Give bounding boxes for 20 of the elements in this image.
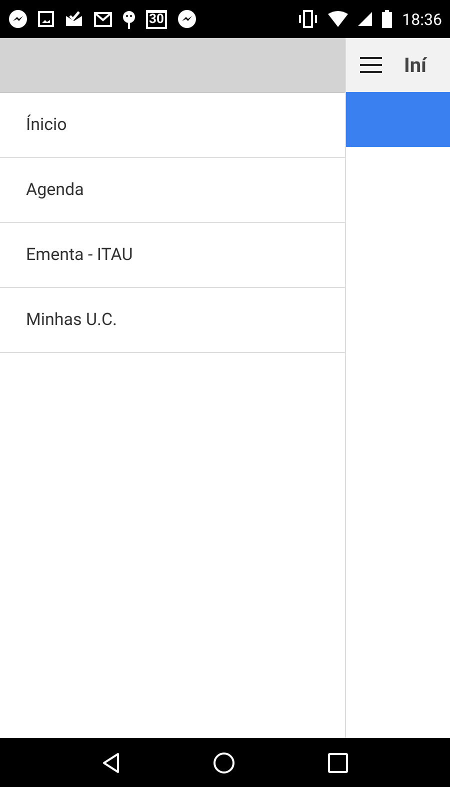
- back-icon[interactable]: [102, 752, 120, 774]
- battery-icon: [382, 10, 392, 28]
- envelope-icon: [64, 10, 84, 28]
- vibrate-icon: [298, 10, 318, 28]
- menu-icon[interactable]: [360, 57, 382, 73]
- menu-item[interactable]: Agenda: [0, 158, 345, 223]
- recents-icon[interactable]: [328, 752, 348, 772]
- image-icon: [38, 11, 54, 27]
- menu-item[interactable]: Ementa - ITAU: [0, 223, 345, 288]
- calendar-icon: 30: [146, 10, 167, 28]
- messenger-icon: [176, 9, 197, 29]
- home-icon[interactable]: [212, 752, 235, 774]
- menu-item[interactable]: Ínicio: [0, 93, 345, 158]
- mail-icon: [94, 12, 112, 26]
- clock-time: 18:36: [402, 10, 442, 28]
- wifi-icon: [328, 11, 348, 27]
- menu-item[interactable]: Minhas U.C.: [0, 288, 345, 353]
- messenger-icon: [8, 9, 28, 29]
- signal-icon: [358, 12, 372, 26]
- page-title: Iní: [404, 53, 427, 77]
